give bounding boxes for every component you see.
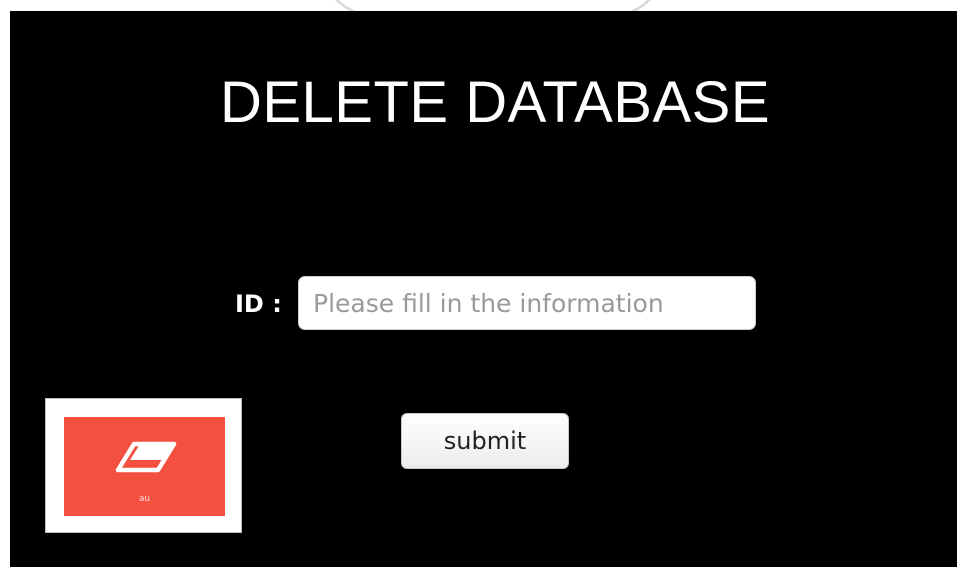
logo-frame: au (45, 398, 242, 533)
eraser-icon (115, 441, 177, 473)
submit-button[interactable]: submit (401, 413, 569, 469)
logo-caption: au (138, 494, 151, 504)
logo: au (64, 417, 225, 516)
page-title: DELETE DATABASE (219, 70, 771, 135)
id-input[interactable] (298, 276, 756, 330)
id-label: ID : (235, 290, 282, 318)
app-screen: DELETE DATABASE ID : submit au (10, 11, 957, 567)
page: DELETE DATABASE ID : submit au (0, 0, 957, 567)
